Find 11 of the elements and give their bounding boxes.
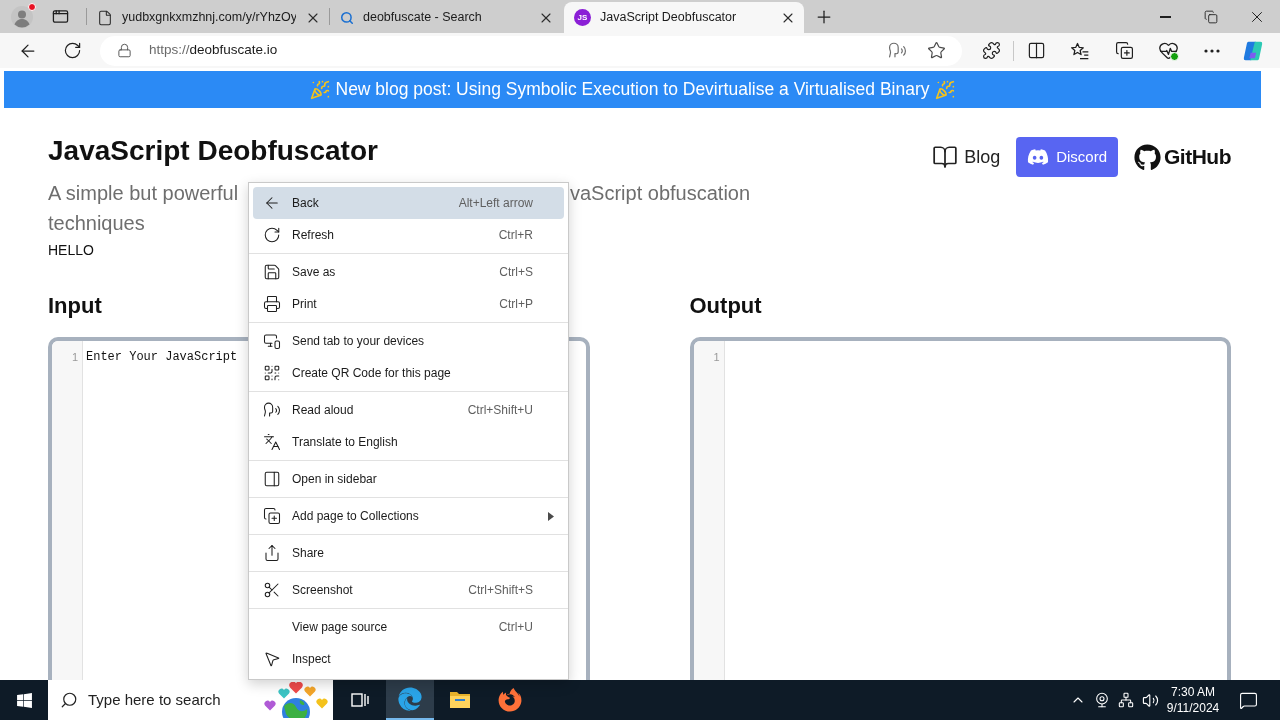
subtitle-text: techniques [48, 211, 145, 236]
input-heading: Input [48, 292, 102, 320]
url-text: https://deobfuscate.io [149, 41, 278, 60]
subtitle-text: A simple but powerful [48, 181, 239, 206]
site-favicon: JS [574, 9, 591, 26]
line-number: 1 [713, 350, 720, 365]
note-text: HELLO [48, 241, 94, 260]
output-heading: Output [689, 292, 762, 320]
line-number: 1 [71, 350, 78, 365]
page-title: JavaScript Deobfuscator [48, 135, 378, 167]
subtitle-text: vaScript obfuscation [570, 181, 751, 206]
